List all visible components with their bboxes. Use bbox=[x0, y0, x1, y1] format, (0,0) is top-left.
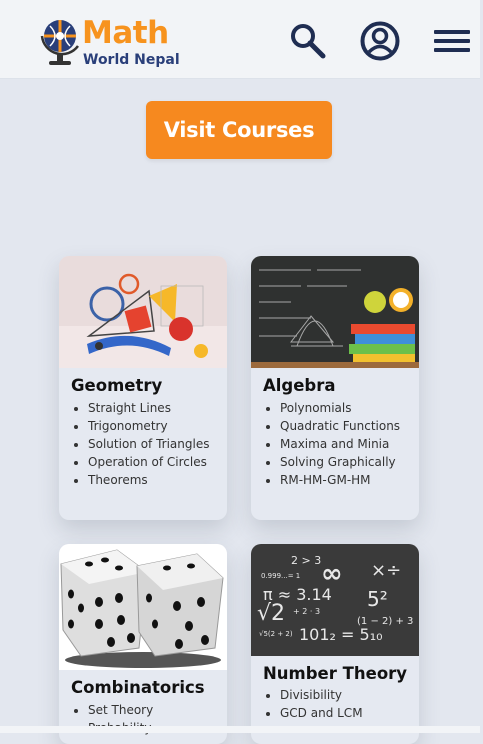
course-topics: Polynomials Quadratic Functions Maxima a… bbox=[263, 399, 400, 489]
svg-text:5²: 5² bbox=[367, 587, 388, 611]
course-card-algebra[interactable]: Algebra Polynomials Quadratic Functions … bbox=[251, 256, 419, 520]
combinatorics-course-image bbox=[59, 544, 227, 670]
course-topic: Quadratic Functions bbox=[280, 417, 400, 435]
course-topic: Maxima and Minia bbox=[280, 435, 400, 453]
logo-subtitle: World Nepal bbox=[83, 52, 180, 68]
account-icon[interactable] bbox=[360, 21, 400, 61]
course-title: Combinatorics bbox=[71, 678, 205, 697]
course-card-combinatorics[interactable]: Combinatorics Set Theory Probability bbox=[59, 544, 227, 744]
course-topic: Operation of Circles bbox=[88, 453, 209, 471]
svg-text:√5(2 + 2): √5(2 + 2) bbox=[259, 630, 293, 638]
course-topic: Set Theory bbox=[88, 701, 153, 719]
svg-text:2 > 3: 2 > 3 bbox=[291, 554, 321, 567]
number-theory-course-image: 2 > 3 0.999...= 1 ∞ ×÷ π ≈ 3.14 5² √2 + … bbox=[251, 544, 419, 656]
course-title: Geometry bbox=[71, 376, 163, 395]
logo-title: Math bbox=[82, 15, 169, 51]
globe-logo-icon bbox=[40, 20, 80, 65]
visit-courses-button[interactable]: Visit Courses bbox=[146, 101, 332, 159]
course-topic: Polynomials bbox=[280, 399, 400, 417]
course-topics: Divisibility GCD and LCM bbox=[263, 686, 363, 722]
course-topic: RM-HM-GM-HM bbox=[280, 471, 400, 489]
geometry-course-image bbox=[59, 256, 227, 368]
svg-text:0.999...= 1: 0.999...= 1 bbox=[261, 572, 300, 580]
search-icon[interactable] bbox=[288, 21, 328, 61]
course-topic: GCD and LCM bbox=[280, 704, 363, 722]
course-topics: Straight Lines Trigonometry Solution of … bbox=[71, 399, 209, 489]
course-title: Algebra bbox=[263, 376, 336, 395]
course-title: Number Theory bbox=[263, 664, 408, 683]
svg-text:101₂ = 5₁₀: 101₂ = 5₁₀ bbox=[299, 625, 383, 644]
site-logo[interactable]: Math World Nepal bbox=[38, 10, 188, 70]
course-topic: Solving Graphically bbox=[280, 453, 400, 471]
course-topic: Straight Lines bbox=[88, 399, 209, 417]
course-topic: Solution of Triangles bbox=[88, 435, 209, 453]
algebra-course-image bbox=[251, 256, 419, 368]
course-topic: Trigonometry bbox=[88, 417, 209, 435]
course-topic: Divisibility bbox=[280, 686, 363, 704]
course-topic: Theorems bbox=[88, 471, 209, 489]
svg-text:√2: √2 bbox=[257, 601, 285, 626]
course-card-geometry[interactable]: Geometry Straight Lines Trigonometry Sol… bbox=[59, 256, 227, 520]
svg-text:×÷: ×÷ bbox=[371, 560, 401, 581]
course-card-number-theory[interactable]: 2 > 3 0.999...= 1 ∞ ×÷ π ≈ 3.14 5² √2 + … bbox=[251, 544, 419, 744]
bottom-browser-bar bbox=[0, 726, 480, 733]
site-header: Math World Nepal bbox=[0, 0, 480, 79]
hamburger-menu-icon[interactable] bbox=[432, 21, 472, 61]
svg-text:+ 2 · 3: + 2 · 3 bbox=[293, 607, 320, 616]
